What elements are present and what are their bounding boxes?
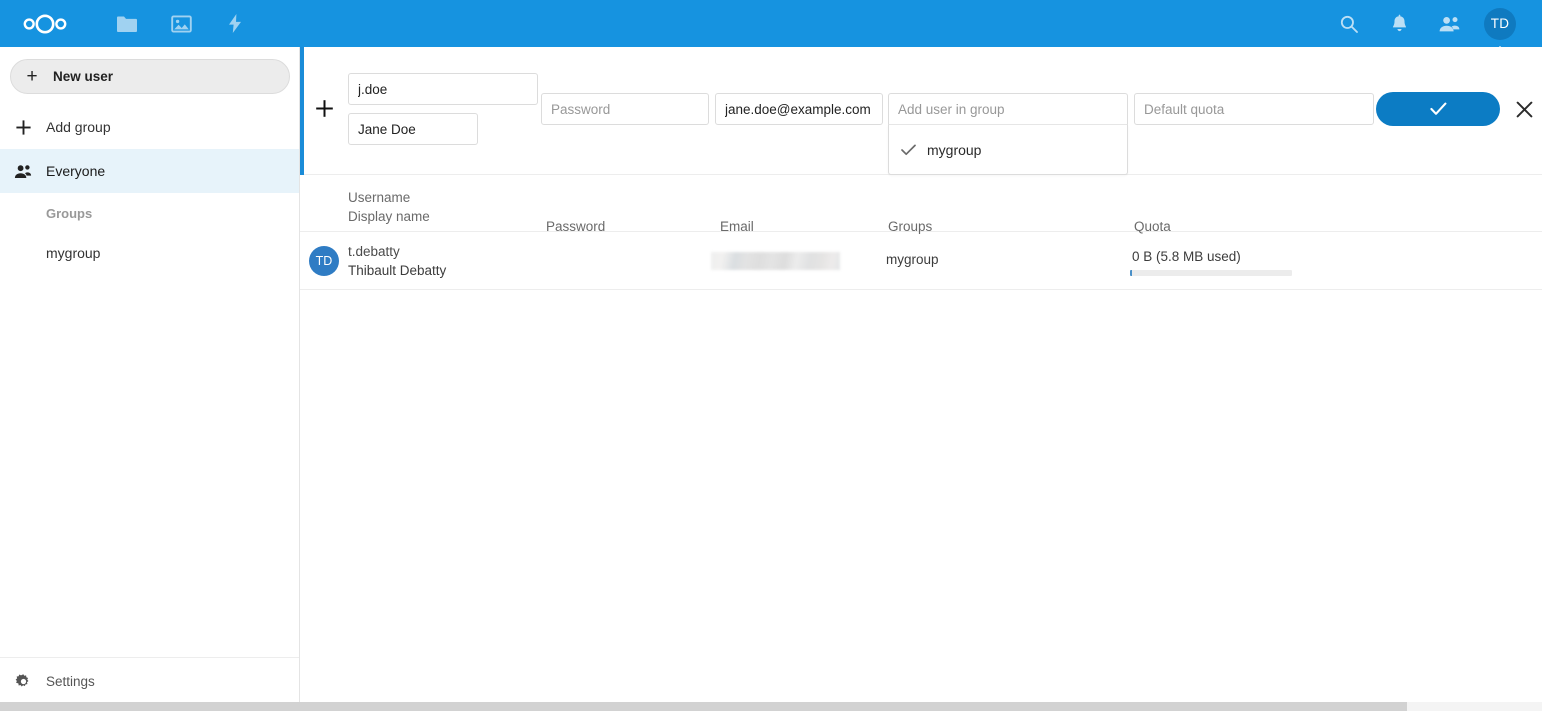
column-header-username-line1: Username [348,190,411,205]
contacts-icon[interactable] [1424,0,1474,47]
header-actions: TD [1324,0,1542,56]
avatar: TD [1484,7,1516,40]
group-input[interactable] [888,93,1128,125]
sidebar-item-everyone[interactable]: Everyone [0,149,299,193]
cell-groups: mygroup [886,252,939,267]
sidebar-item-label: Add group [46,119,111,135]
form-accent-bar [300,47,304,175]
plus-icon [315,99,334,122]
search-icon[interactable] [1324,0,1374,47]
check-icon [1429,102,1446,115]
sidebar-item-settings[interactable]: Settings [0,657,299,704]
app-navigation-icons [100,0,262,47]
close-icon [1516,101,1532,117]
user-table-header: Username Display name Password Email Gro… [300,175,1542,234]
nextcloud-logo[interactable] [14,0,76,47]
group-dropdown-option-mygroup[interactable]: mygroup [889,125,1127,175]
sidebar: + New user Add group Everyone Groups myg… [0,47,300,704]
horizontal-scrollbar[interactable] [0,702,1542,711]
new-user-form-row: mygroup [300,47,1542,175]
submit-new-user-button[interactable] [1376,92,1500,126]
password-input[interactable] [541,93,709,125]
group-dropdown-option-label: mygroup [927,142,982,158]
gear-icon [0,673,46,690]
table-row[interactable]: TD t.debatty Thibault Debatty mygroup 0 … [300,232,1542,290]
user-names: t.debatty Thibault Debatty [348,242,446,280]
main-content: mygroup Username Display name Password E… [300,47,1542,704]
plus-icon: + [26,66,38,87]
sidebar-item-label: Everyone [46,163,106,179]
column-header-username: Username Display name [348,188,430,226]
groups-heading: Groups [46,205,93,221]
sidebar-item-add-group[interactable]: Add group [0,105,299,149]
cell-displayname: Thibault Debatty [348,263,447,278]
check-icon [901,144,927,156]
quota-progress-fill [1130,270,1132,276]
plus-icon [0,119,46,136]
quota-input[interactable] [1134,93,1374,125]
group-dropdown-menu: mygroup [888,125,1128,175]
app-header: TD [0,0,1542,56]
photos-app-icon[interactable] [154,0,208,47]
avatar: TD [309,246,339,276]
cell-quota-text: 0 B (5.8 MB used) [1132,249,1241,264]
activity-app-icon[interactable] [208,0,262,47]
new-user-button[interactable]: + New user [10,59,290,94]
horizontal-scrollbar-thumb[interactable] [0,702,1407,711]
sidebar-nav: Add group Everyone Groups mygroup [0,105,299,273]
column-header-username-line2: Display name [348,209,430,224]
group-users-icon [0,164,46,179]
user-menu-caret-icon [1489,46,1511,56]
sidebar-item-mygroup[interactable]: mygroup [0,233,299,273]
quota-progress-bar [1130,270,1292,276]
user-menu[interactable]: TD [1474,0,1526,56]
sidebar-item-label: Settings [46,673,95,689]
new-user-label: New user [53,69,114,84]
username-input[interactable] [348,73,538,105]
cancel-new-user-button[interactable] [1510,95,1538,123]
files-app-icon[interactable] [100,0,154,47]
notifications-bell-icon[interactable] [1374,0,1424,47]
displayname-input[interactable] [348,113,478,145]
email-input[interactable] [715,93,883,125]
cell-username: t.debatty [348,244,400,259]
cell-email-redacted [711,252,840,270]
